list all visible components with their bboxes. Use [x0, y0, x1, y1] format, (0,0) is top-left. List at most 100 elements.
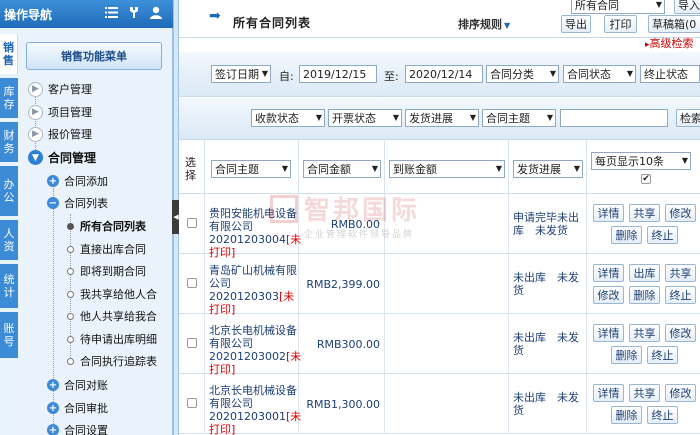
- category-select[interactable]: 合同分类 ▼: [486, 65, 559, 83]
- share-button[interactable]: 共享: [665, 264, 696, 282]
- delete-button[interactable]: 删除: [611, 226, 642, 244]
- payment-status-select[interactable]: 收款状态 ▼: [251, 109, 325, 127]
- details-button[interactable]: 详情: [593, 204, 624, 222]
- outbound-button[interactable]: 出库: [629, 264, 660, 282]
- keyword-input[interactable]: [560, 109, 668, 127]
- invoice-status-select[interactable]: 开票状态 ▼: [328, 109, 402, 127]
- search-button[interactable]: 检索: [676, 109, 700, 127]
- sidebar-item-label: 合同管理: [48, 151, 97, 165]
- row-subject[interactable]: 青岛矿山机械有限公司2020120303[未打印]: [209, 264, 297, 316]
- select-all-checkbox[interactable]: ✔: [641, 174, 651, 184]
- sidebar-item-shared-by-me[interactable]: 我共享给他人合: [67, 286, 157, 302]
- row-checkbox[interactable]: [187, 278, 197, 288]
- date-from-input[interactable]: 2019/12/15: [299, 65, 377, 83]
- row-subject[interactable]: 北京长电机械设备有限公司20201203002[未打印]: [209, 324, 301, 376]
- user-icon[interactable]: [148, 5, 163, 20]
- delete-button[interactable]: 删除: [611, 406, 642, 424]
- caret-down-icon: ▼: [549, 69, 556, 78]
- delete-button[interactable]: 删除: [611, 346, 642, 364]
- received-sort-select[interactable]: 到账金额 ▼: [389, 160, 505, 178]
- sort-rule-dropdown[interactable]: 排序规则 ▼: [458, 16, 510, 32]
- row-shipping: 申请完毕未出库 未发货: [513, 211, 579, 237]
- drafts-button[interactable]: 草稿箱(0: [648, 15, 700, 33]
- shipping-progress-value: 发货进展: [409, 112, 453, 125]
- amount-sort-select[interactable]: 合同金额 ▼: [303, 160, 381, 178]
- sidebar-item-reconcile[interactable]: + 合同对账: [47, 377, 108, 393]
- sidebar-item-contract-list[interactable]: − 合同列表: [47, 195, 108, 211]
- share-button[interactable]: 共享: [629, 384, 660, 402]
- advanced-search-link[interactable]: ▸高级检索: [645, 35, 694, 51]
- shipping-sort-select[interactable]: 发货进展 ▼: [513, 160, 583, 178]
- sidebar-item-customers[interactable]: ▶ 客户管理: [28, 81, 92, 97]
- details-button[interactable]: 详情: [593, 324, 624, 342]
- row-amount: RMB2,399.00: [306, 278, 380, 291]
- sidebar-item-contract-add[interactable]: + 合同添加: [47, 173, 108, 189]
- row-subject[interactable]: 北京长电机械设备有限公司20201203001[未打印]: [209, 384, 301, 435]
- page-size-select[interactable]: 每页显示10条 ▼: [591, 152, 691, 170]
- contract-scope-select[interactable]: 所有合同 ▼: [571, 0, 665, 14]
- sidebar-item-all-contracts[interactable]: 所有合同列表: [67, 218, 146, 234]
- list-icon[interactable]: [104, 5, 119, 20]
- date-to-input[interactable]: 2020/12/14: [405, 65, 483, 83]
- tab-inventory[interactable]: 库存: [0, 78, 18, 120]
- terminated-value: 终止状态: [644, 68, 688, 81]
- sidebar-item-approval[interactable]: + 合同审批: [47, 400, 108, 416]
- details-button[interactable]: 详情: [593, 384, 624, 402]
- tab-finance[interactable]: 财务: [0, 122, 18, 164]
- caret-down-icon: ▼: [392, 113, 399, 122]
- sidebar-item-expiring[interactable]: 即将到期合同: [67, 263, 146, 279]
- share-button[interactable]: 共享: [629, 324, 660, 342]
- edit-button[interactable]: 修改: [665, 324, 696, 342]
- row-checkbox[interactable]: [187, 218, 197, 228]
- tab-stats[interactable]: 统计: [0, 264, 18, 310]
- wrench-icon[interactable]: [126, 5, 141, 20]
- amount-col-label: 合同金额: [307, 163, 351, 176]
- sidebar-item-contracts[interactable]: ▼ 合同管理: [28, 149, 96, 166]
- plus-icon: +: [47, 424, 59, 435]
- import-button[interactable]: 导入: [674, 0, 700, 14]
- header-actions: 每页显示10条 ▼ ✔: [587, 140, 700, 194]
- sidebar-item-label: 合同执行追踪表: [80, 355, 157, 368]
- sidebar-tree: 销售功能菜单 ▶ 客户管理 ▶ 项目管理 ▶ 报价管理 ▼ 合同管理 + 合同添…: [19, 28, 173, 435]
- page-size-value: 每页显示10条: [595, 155, 664, 168]
- sidebar-item-pending-outbound[interactable]: 待申请出库明细: [67, 331, 157, 347]
- edit-button[interactable]: 修改: [665, 384, 696, 402]
- subject-select[interactable]: 合同主题 ▼: [482, 109, 556, 127]
- terminate-button[interactable]: 终止: [665, 286, 696, 304]
- sidebar-item-settings[interactable]: + 合同设置: [47, 422, 108, 435]
- tab-hr[interactable]: 人资: [0, 220, 18, 262]
- sidebar-item-quotes[interactable]: ▶ 报价管理: [28, 126, 92, 142]
- to-label: 至:: [384, 70, 399, 83]
- print-button[interactable]: 打印: [604, 15, 637, 33]
- sidebar-item-label: 直接出库合同: [80, 243, 146, 256]
- sidebar-item-direct-outbound[interactable]: 直接出库合同: [67, 241, 146, 257]
- arrow-right-icon: ➡: [209, 8, 221, 24]
- edit-button[interactable]: 修改: [593, 286, 624, 304]
- tab-office[interactable]: 办公: [0, 166, 18, 218]
- tab-account[interactable]: 账号: [0, 312, 18, 360]
- tab-sales[interactable]: 销售: [0, 34, 18, 76]
- row-subject[interactable]: 贵阳安能机电设备有限公司20201203004[未打印]: [209, 207, 301, 259]
- sales-menu-button[interactable]: 销售功能菜单: [26, 42, 162, 70]
- date-type-select[interactable]: 签订日期 ▼: [211, 65, 271, 83]
- row-checkbox[interactable]: [187, 398, 197, 408]
- subject-sort-select[interactable]: 合同主题 ▼: [211, 160, 291, 178]
- shipping-progress-select[interactable]: 发货进展 ▼: [405, 109, 479, 127]
- export-button[interactable]: 导出: [561, 15, 591, 33]
- invoice-status-value: 开票状态: [332, 112, 376, 125]
- terminate-button[interactable]: 终止: [647, 406, 678, 424]
- status-select[interactable]: 合同状态 ▼: [563, 65, 636, 83]
- terminated-select[interactable]: 终止状态: [640, 65, 700, 83]
- details-button[interactable]: 详情: [593, 264, 624, 282]
- row-checkbox[interactable]: [187, 338, 197, 348]
- caret-down-icon: ▼: [371, 164, 378, 173]
- terminate-button[interactable]: 终止: [647, 226, 678, 244]
- edit-button[interactable]: 修改: [665, 204, 696, 222]
- share-button[interactable]: 共享: [629, 204, 660, 222]
- sidebar-item-projects[interactable]: ▶ 项目管理: [28, 104, 92, 120]
- terminate-button[interactable]: 终止: [647, 346, 678, 364]
- caret-down-icon: ▼: [681, 156, 688, 165]
- delete-button[interactable]: 删除: [629, 286, 660, 304]
- sidebar-item-shared-to-me[interactable]: 他人共享给我合: [67, 308, 157, 324]
- sidebar-item-tracking[interactable]: 合同执行追踪表: [67, 353, 157, 369]
